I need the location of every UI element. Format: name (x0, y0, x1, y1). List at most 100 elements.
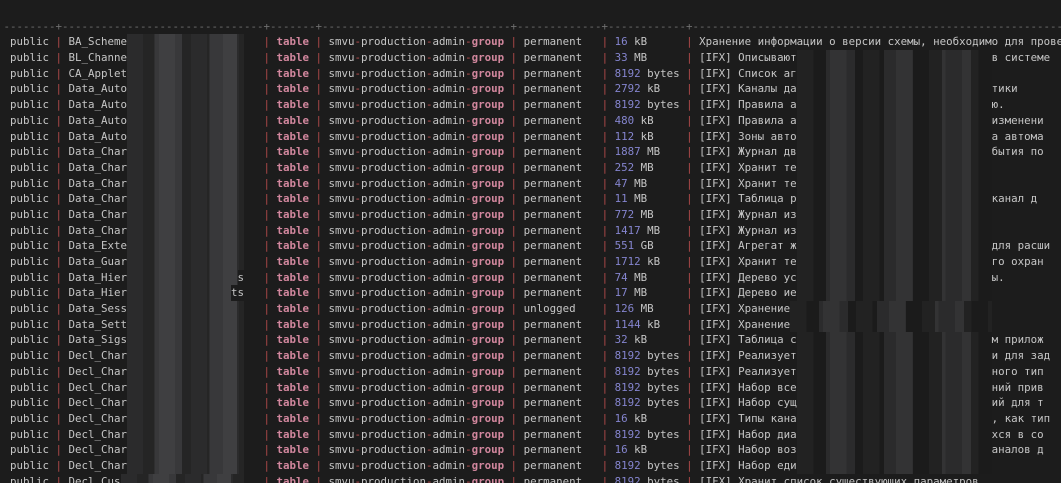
persistence-cell: permanent (517, 285, 602, 301)
size-cell: 16 kB (608, 34, 686, 50)
schema-cell: public (4, 458, 56, 474)
type-cell: table (270, 97, 316, 113)
size-cell: 112 kB (608, 129, 686, 145)
owner-part: production (361, 302, 426, 315)
censored-name-block (127, 66, 244, 82)
owner-cell: smvu-production-admin-group (322, 191, 511, 207)
size-value: 8192 (615, 98, 641, 111)
persistence-cell: permanent (517, 160, 602, 176)
owner-part: production (361, 177, 426, 190)
name-cell: Data_Auto (62, 97, 264, 113)
owner-highlight: group (472, 381, 505, 394)
description-cell: [IFX] Таблица см прилож (693, 332, 1044, 348)
persistence-cell: permanent (517, 380, 602, 396)
persistence-cell: permanent (517, 223, 602, 239)
owner-cell: smvu-production-admin-group (322, 427, 511, 443)
type-cell: table (270, 144, 316, 160)
name-cell: Data_Auto (62, 113, 264, 129)
censored-name-block (127, 395, 244, 411)
censored-name-block (127, 332, 244, 348)
persistence-cell: permanent (517, 144, 602, 160)
owner-cell: smvu-production-admin-group (322, 129, 511, 145)
size-cell: 16 kB (608, 442, 686, 458)
size-value: 772 (615, 208, 635, 221)
owner-highlight: group (472, 443, 505, 456)
name-cell: Data_Char (62, 191, 264, 207)
persistence-cell: permanent (517, 317, 602, 333)
schema-cell: public (4, 97, 56, 113)
owner-part: production (361, 475, 426, 483)
owner-highlight: group (472, 365, 505, 378)
owner-cell: smvu-production-admin-group (322, 238, 511, 254)
censored-desc-block (797, 191, 992, 207)
owner-cell: smvu-production-admin-group (322, 332, 511, 348)
type-cell: table (270, 348, 316, 364)
owner-highlight: group (472, 271, 505, 284)
owner-part: admin (433, 459, 466, 472)
description-cell: [IFX] Дерево усы. (693, 270, 1005, 286)
owner-cell: smvu-production-admin-group (322, 395, 511, 411)
table-row: public| Data_Hierts|table|smvu-productio… (4, 285, 1061, 301)
size-value: 32 (615, 333, 628, 346)
persistence-cell: permanent (517, 442, 602, 458)
schema-cell: public (4, 176, 56, 192)
owner-part: admin (433, 443, 466, 456)
table-row: public| BA_Scheme|table|smvu-production-… (4, 34, 1061, 50)
table-row: public| Decl_Char|table|smvu-production-… (4, 427, 1061, 443)
size-cell: 8192 bytes (608, 364, 686, 380)
table-row: public| Decl_Char|table|smvu-production-… (4, 442, 1061, 458)
description-cell: [IFX] Дерево ие (693, 285, 992, 301)
owner-part: smvu (328, 208, 354, 221)
censored-name-block (127, 191, 244, 207)
censored-name-block (127, 97, 244, 113)
schema-cell: public (4, 395, 56, 411)
persistence-cell: permanent (517, 364, 602, 380)
table-row: public| Data_Sess|table|smvu-production-… (4, 301, 1061, 317)
type-cell: table (270, 317, 316, 333)
owner-highlight: group (472, 412, 505, 425)
owner-part: smvu (328, 349, 354, 362)
censored-desc-block (797, 50, 992, 66)
size-value: 1417 (615, 224, 641, 237)
name-cell: Decl_Char (62, 395, 264, 411)
type-cell: table (270, 176, 316, 192)
censored-name-block (127, 254, 244, 270)
size-cell: 8192 bytes (608, 474, 686, 483)
name-cell: Data_Exte (62, 238, 264, 254)
owner-part: smvu (328, 459, 354, 472)
owner-highlight: group (472, 302, 505, 315)
owner-part: smvu (328, 271, 354, 284)
censored-name-block (127, 207, 244, 223)
table-row: public| CA_Applet|table|smvu-production-… (4, 66, 1061, 82)
censored-desc-block (797, 113, 992, 129)
name-cell: Decl_Cus (62, 474, 264, 483)
size-cell: 8192 bytes (608, 97, 686, 113)
schema-cell: public (4, 238, 56, 254)
size-value: 74 (615, 271, 628, 284)
size-cell: 252 MB (608, 160, 686, 176)
description-cell: Хранение информации о версии схемы, необ… (693, 34, 1061, 50)
persistence-cell: permanent (517, 97, 602, 113)
owner-part: admin (433, 428, 466, 441)
owner-cell: smvu-production-admin-group (322, 474, 511, 483)
size-value: 8192 (615, 475, 641, 483)
description-cell: [IFX] Описываютв системе (693, 50, 1051, 66)
owner-part: smvu (328, 443, 354, 456)
table-row: public| Data_Char|table|smvu-production-… (4, 144, 1061, 160)
size-value: 8192 (615, 349, 641, 362)
censored-name-block (127, 301, 244, 317)
description-cell: [IFX] Каналы датики (693, 81, 1018, 97)
censored-name-block (127, 364, 244, 380)
name-cell: Data_Char (62, 144, 264, 160)
owner-cell: smvu-production-admin-group (322, 223, 511, 239)
owner-part: smvu (328, 67, 354, 80)
owner-part: production (361, 67, 426, 80)
censored-desc-block (790, 317, 992, 333)
table-row: public| Decl_Char|table|smvu-production-… (4, 348, 1061, 364)
size-cell: 1417 MB (608, 223, 686, 239)
persistence-cell: permanent (517, 411, 602, 427)
table-row: public| BL_Channe|table|smvu-production-… (4, 50, 1061, 66)
owner-cell: smvu-production-admin-group (322, 301, 511, 317)
owner-highlight: group (472, 192, 505, 205)
size-cell: 2792 kB (608, 81, 686, 97)
